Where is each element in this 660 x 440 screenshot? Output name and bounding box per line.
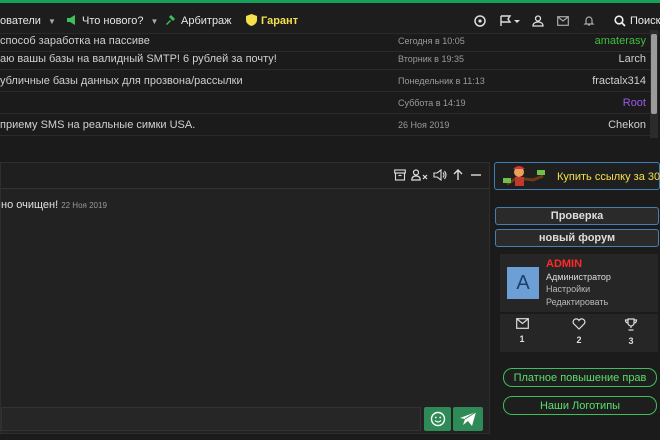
buy-link-label: Купить ссылку за 30р: [557, 171, 660, 183]
thread-date: Понедельник в 11:13: [398, 76, 485, 86]
thread-user[interactable]: Root: [623, 97, 646, 109]
paper-plane-icon: [460, 411, 477, 426]
heart-icon: [572, 318, 586, 330]
chevron-down-icon: ▼: [47, 16, 56, 26]
megaphone-icon: [66, 14, 78, 29]
username[interactable]: ADMIN: [546, 258, 582, 270]
buy-link-banner[interactable]: Купить ссылку за 30р: [494, 162, 660, 190]
edit-link[interactable]: Редактировать: [546, 297, 608, 307]
likes-count: 2: [576, 335, 582, 345]
thread-list: способ заработка на пассиве Сегодня в 10…: [0, 30, 650, 136]
new-forum-button[interactable]: новый форум: [495, 229, 659, 247]
trophies-count: 3: [628, 336, 634, 346]
chat-input[interactable]: [1, 407, 421, 431]
chat-header: [1, 163, 489, 189]
thread-title[interactable]: аю вашы базы на валидный SMTP! 6 рублей …: [0, 53, 277, 65]
paid-upgrade-button[interactable]: Платное повышение прав: [503, 368, 657, 387]
palette-icon[interactable]: [472, 13, 488, 29]
user-role: Администратор: [546, 272, 611, 282]
mascot-image: [503, 166, 545, 186]
thread-user[interactable]: Larch: [618, 53, 646, 65]
top-navigation-bar: ователи ▼ Что нового? ▼ Арбитраж Гарант: [0, 0, 660, 34]
thread-list-scrollbar[interactable]: [650, 30, 658, 138]
nav-whats-new-label: Что нового?: [82, 15, 144, 27]
envelope-icon: [515, 318, 529, 329]
search-label[interactable]: Поиск: [630, 15, 660, 27]
user-remove-icon[interactable]: [411, 168, 429, 182]
nav-guarantor-label: Гарант: [261, 15, 299, 27]
flag-icon[interactable]: [498, 13, 522, 29]
avatar[interactable]: A: [507, 267, 539, 299]
thread-user[interactable]: Chekon: [608, 119, 646, 131]
scrollbar-thumb[interactable]: [651, 34, 657, 114]
thread-date: Сегодня в 10:05: [398, 36, 465, 46]
table-row[interactable]: приему SMS на реальные симки USA. 26 Ноя…: [0, 114, 650, 136]
thread-user[interactable]: amaterasy: [595, 35, 646, 47]
minimize-icon[interactable]: [469, 168, 483, 182]
chat-message-time: 22 Ноя 2019: [61, 201, 107, 210]
envelope-icon[interactable]: [555, 13, 571, 29]
nav-guarantor[interactable]: Гарант: [246, 12, 298, 30]
user-stats: 1 2 3: [500, 314, 658, 352]
arrow-up-icon[interactable]: [451, 168, 465, 182]
messages-count: 1: [519, 334, 525, 344]
sound-icon[interactable]: [433, 168, 447, 182]
table-row[interactable]: убличные базы данных для прозвона/рассыл…: [0, 70, 650, 92]
check-button[interactable]: Проверка: [495, 207, 659, 225]
trophies-stat[interactable]: 3: [611, 318, 651, 346]
likes-stat[interactable]: 2: [559, 318, 599, 345]
emoji-button[interactable]: [424, 407, 451, 431]
thread-title[interactable]: приему SMS на реальные симки USA.: [0, 119, 195, 131]
search-icon[interactable]: [612, 13, 628, 29]
logos-button[interactable]: Наши Логотипы: [503, 396, 657, 415]
archive-icon[interactable]: [393, 168, 407, 182]
settings-link[interactable]: Настройки: [546, 284, 590, 294]
nav-whats-new[interactable]: Что нового? ▼: [66, 12, 158, 30]
thread-date: Вторник в 19:35: [398, 54, 464, 64]
chat-message-text: но очищен!: [1, 199, 59, 211]
nav-users-label: ователи: [0, 15, 41, 27]
thread-title[interactable]: способ заработка на пассиве: [0, 35, 150, 47]
chat-message: но очищен! 22 Ноя 2019: [1, 199, 107, 211]
gavel-icon: [165, 14, 177, 29]
table-row[interactable]: Суббота в 14:19 Root: [0, 92, 650, 114]
nav-arbitration[interactable]: Арбитраж: [165, 12, 232, 30]
nav-arbitration-label: Арбитраж: [181, 15, 232, 27]
user-icon[interactable]: [530, 13, 546, 29]
shield-icon: [246, 13, 257, 29]
trophy-icon: [624, 318, 638, 331]
chat-toolbar: [393, 168, 483, 182]
chat-box: но очищен! 22 Ноя 2019: [0, 162, 490, 434]
right-sidebar: Купить ссылку за 30р Проверка новый фору…: [494, 162, 660, 440]
thread-user[interactable]: fractalx314: [592, 75, 646, 87]
user-card: A ADMIN Администратор Настройки Редактир…: [500, 254, 658, 312]
messages-stat[interactable]: 1: [502, 318, 542, 344]
bell-icon[interactable]: [581, 13, 597, 29]
smiley-icon: [430, 411, 445, 427]
thread-date: 26 Ноя 2019: [398, 120, 450, 130]
send-button[interactable]: [453, 407, 483, 431]
table-row[interactable]: аю вашы базы на валидный SMTP! 6 рублей …: [0, 48, 650, 70]
thread-date: Суббота в 14:19: [398, 98, 466, 108]
nav-users[interactable]: ователи ▼: [0, 12, 56, 30]
chevron-down-icon: ▼: [150, 16, 159, 26]
thread-title[interactable]: убличные базы данных для прозвона/рассыл…: [0, 75, 243, 87]
